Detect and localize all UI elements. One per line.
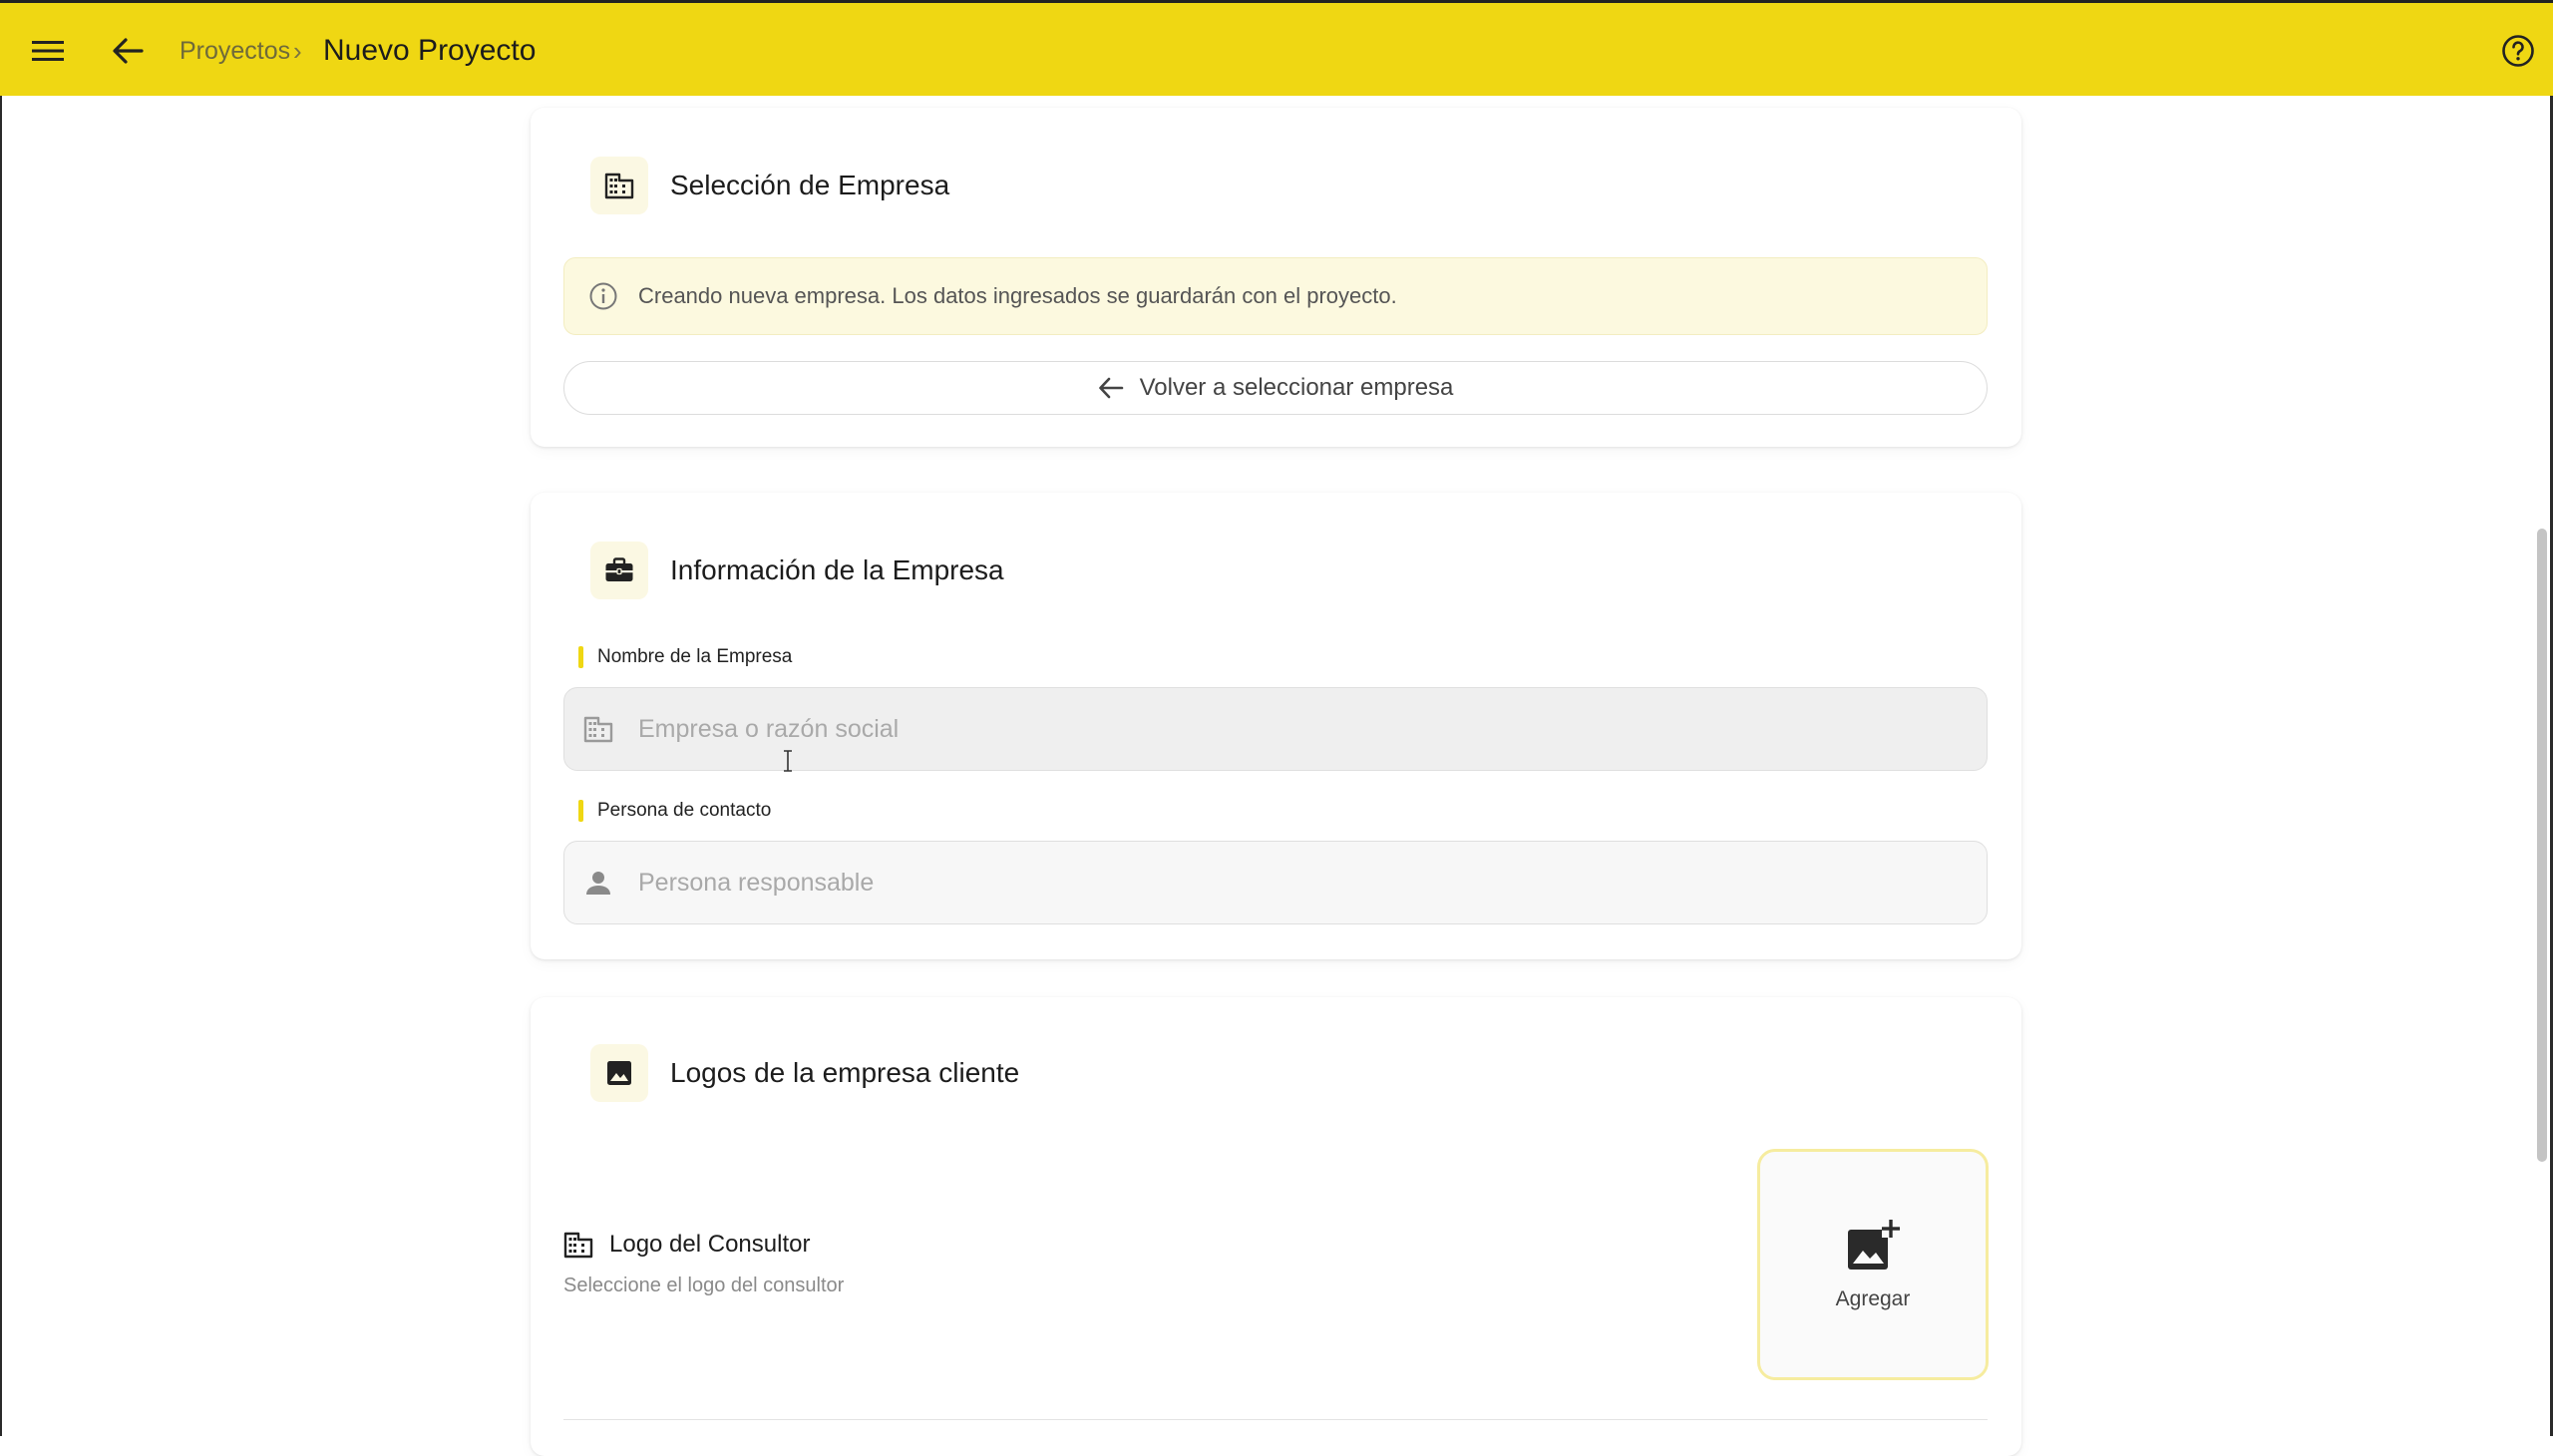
top-app-bar: Proyectos › Nuevo Proyecto [0,0,2553,96]
back-arrow-icon[interactable] [104,3,152,99]
add-photo-icon [1848,1220,1900,1270]
scrollbar-thumb[interactable] [2537,529,2547,1162]
info-banner-text: Creando nueva empresa. Los datos ingresa… [638,283,1397,308]
consultant-logo-subtitle: Seleccione el logo del consultor [563,1274,845,1296]
briefcase-icon [590,542,648,599]
company-selection-title: Selección de Empresa [670,170,950,200]
company-name-input[interactable] [636,713,1937,745]
info-icon [588,281,618,311]
person-icon [580,870,616,896]
breadcrumb-separator: › [293,36,302,66]
text-cursor-icon [782,749,794,778]
hamburger-menu-icon[interactable] [24,3,72,99]
help-circle-icon[interactable] [2497,3,2539,99]
company-name-label: Nombre de la Empresa [578,645,792,669]
company-info-header: Información de la Empresa [590,542,1004,599]
breadcrumb-proyectos[interactable]: Proyectos [180,3,290,99]
back-to-select-company-button[interactable]: Volver a seleccionar empresa [563,361,1988,415]
client-logos-title: Logos de la empresa cliente [670,1057,1020,1088]
client-logos-header: Logos de la empresa cliente [590,1044,1019,1102]
company-info-title: Información de la Empresa [670,554,1004,585]
image-icon [590,1044,648,1102]
back-to-select-company-label: Volver a seleccionar empresa [1139,374,1454,401]
add-consultant-logo-button[interactable]: Agregar [1757,1149,1989,1380]
page-title: Nuevo Proyecto [323,34,537,67]
window-border-left [0,96,2,1436]
add-logo-label: Agregar [1835,1287,1911,1310]
building-icon [563,1232,593,1259]
contact-person-input[interactable] [636,867,1937,899]
company-name-field[interactable] [563,687,1988,771]
contact-person-label: Persona de contacto [578,799,771,823]
building-icon [590,157,648,214]
section-divider [563,1419,1988,1420]
company-selection-header: Selección de Empresa [590,157,949,214]
info-banner: Creando nueva empresa. Los datos ingresa… [563,257,1988,335]
consultant-logo-title: Logo del Consultor [609,1231,811,1258]
contact-person-field[interactable] [563,841,1988,924]
consultant-logo-heading: Logo del Consultor [563,1231,810,1259]
arrow-left-icon [1098,376,1124,400]
building-icon [580,715,616,743]
